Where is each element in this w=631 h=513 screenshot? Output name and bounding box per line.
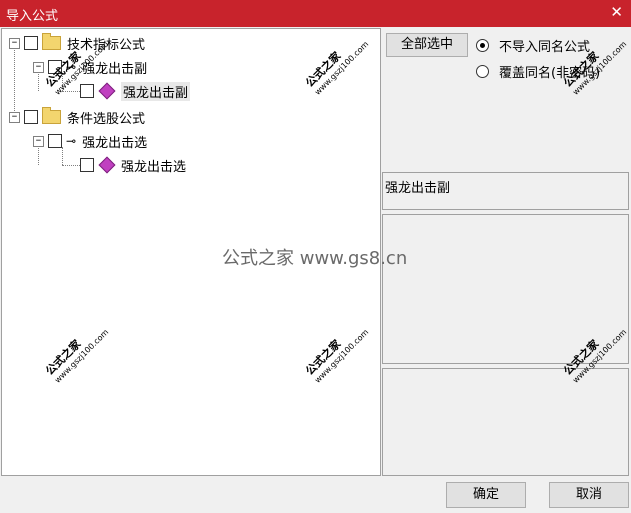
formula-gem-icon xyxy=(98,156,116,174)
tree-node-screener-folder[interactable]: − 条件选股公式 xyxy=(9,107,145,127)
radio-no-import-same[interactable]: 不导入同名公式 xyxy=(476,36,590,55)
checkbox[interactable] xyxy=(24,110,38,124)
ok-button[interactable]: 确定 xyxy=(446,482,526,508)
window-title: 导入公式 xyxy=(6,9,59,24)
collapse-icon[interactable]: − xyxy=(9,37,20,49)
checkbox[interactable] xyxy=(24,36,38,50)
formula-name-panel: 强龙出击副 xyxy=(382,172,629,210)
cancel-button[interactable]: 取消 xyxy=(549,482,629,508)
tree-node-key[interactable]: − ⊸ 强龙出击选 xyxy=(33,131,147,151)
tree-node-formula[interactable]: 强龙出击副 xyxy=(80,81,191,101)
formula-gem-icon xyxy=(98,82,116,100)
tree-node-label: 强龙出击选 xyxy=(82,135,148,151)
select-all-button[interactable]: 全部选中 xyxy=(386,33,468,57)
folder-icon xyxy=(42,107,61,124)
tree-node-label: 强龙出击选 xyxy=(121,159,187,175)
radio-label: 不导入同名公式 xyxy=(499,40,591,55)
key-icon: ⊸ xyxy=(66,134,77,148)
checkbox[interactable] xyxy=(48,134,62,148)
details-panel xyxy=(382,368,629,476)
center-watermark: 公式之家 www.gs8.cn xyxy=(222,248,408,269)
radio-indicator[interactable] xyxy=(476,39,489,52)
title-bar: 导入公式 ✕ xyxy=(0,0,631,27)
collapse-icon[interactable]: − xyxy=(33,61,44,73)
formula-name-text: 强龙出击副 xyxy=(385,181,451,196)
tree-node-formula[interactable]: 强龙出击选 xyxy=(80,155,186,175)
close-icon[interactable]: ✕ xyxy=(610,3,623,21)
folder-icon xyxy=(42,33,61,50)
tree-node-label: 条件选股公式 xyxy=(67,111,146,127)
tree-connector xyxy=(62,165,80,166)
tree-node-label: 强龙出击副 xyxy=(121,81,191,101)
checkbox[interactable] xyxy=(80,84,94,98)
collapse-icon[interactable]: − xyxy=(33,135,44,147)
radio-indicator[interactable] xyxy=(476,65,489,78)
collapse-icon[interactable]: − xyxy=(9,111,20,123)
checkbox[interactable] xyxy=(80,158,94,172)
